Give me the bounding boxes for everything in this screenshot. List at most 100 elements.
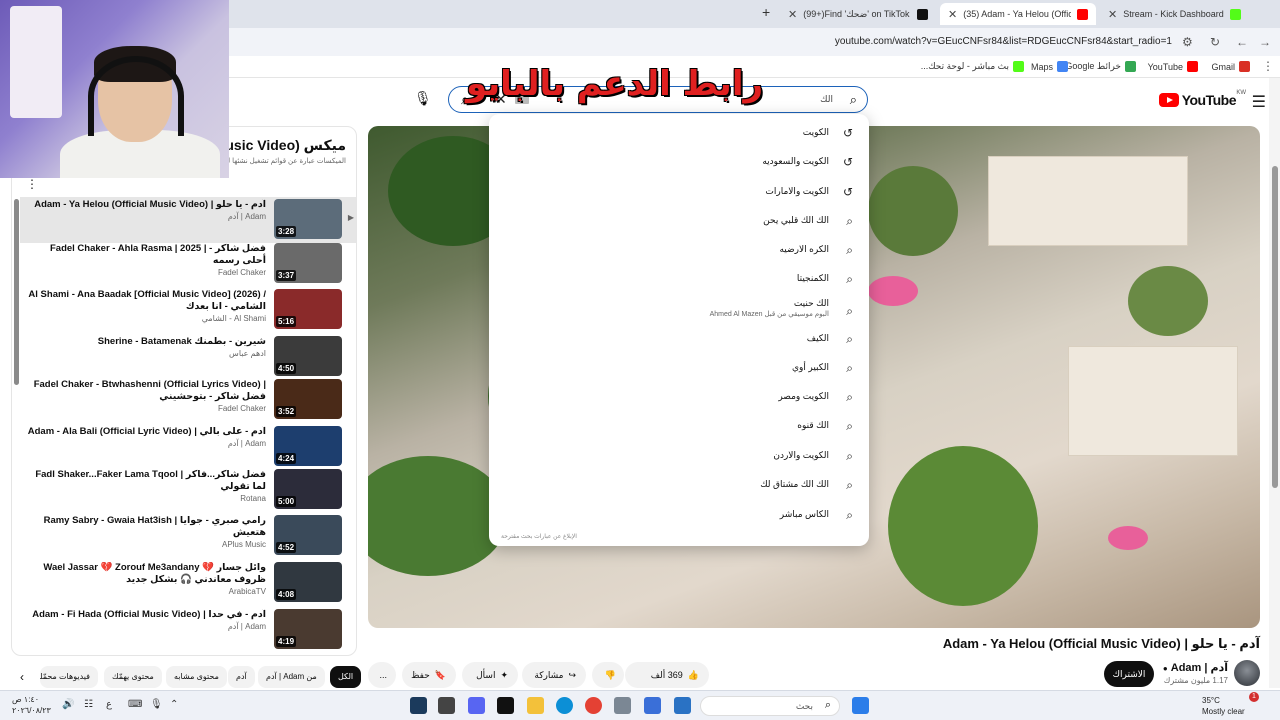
menu-icon[interactable]: ☰ xyxy=(1252,92,1266,112)
bookmark-youtube[interactable]: YouTube xyxy=(1148,61,1198,72)
capcut-icon[interactable] xyxy=(497,697,514,714)
back-icon[interactable]: → xyxy=(1259,35,1271,49)
app-icon[interactable] xyxy=(438,697,455,714)
forward-icon[interactable]: ← xyxy=(1236,35,1248,49)
tray-overflow-icon[interactable]: ⌃ xyxy=(170,699,178,710)
shield-icon[interactable] xyxy=(674,697,691,714)
taskbar: ١:٤٠ ص ٢٠٢٦/٠٨/٢٣ 🔊 ☷ ع ⌨ 🎙 ⌃ ⌕ بحث 35°C… xyxy=(0,690,1280,720)
speaker-icon[interactable]: 🔊 xyxy=(62,699,74,710)
playlist-more-icon[interactable]: ⋮ xyxy=(26,177,38,191)
save-button[interactable]: 🔖 حفظ xyxy=(402,662,456,688)
close-tab-icon[interactable]: ✕ xyxy=(948,8,957,21)
playlist-scrollbar[interactable] xyxy=(14,199,19,385)
playlist-item[interactable]: 4:24 Adam - Ala Bali (Official Lyric Vid… xyxy=(20,424,356,470)
chip-all[interactable]: الكل xyxy=(330,666,362,688)
microphone-icon[interactable]: 🎙 xyxy=(150,699,163,710)
suggestion-item[interactable]: ⌕ الكمنجيتا xyxy=(489,266,869,294)
settings-icon[interactable] xyxy=(614,697,631,714)
ask-button[interactable]: ✦ اسأل xyxy=(462,662,518,688)
edge-icon[interactable] xyxy=(556,697,573,714)
playlist-item[interactable]: 4:08 Wael Jassar 💔 Zorouf Me3andany 💔 وا… xyxy=(20,560,356,606)
taskbar-search[interactable]: ⌕ بحث xyxy=(700,696,840,716)
suggestion-item[interactable]: ⌕ الك الك مشتاق لك xyxy=(489,472,869,500)
search-input[interactable]: الك xyxy=(820,94,833,105)
dislike-button[interactable]: 👎 xyxy=(592,662,624,688)
tree-graphic xyxy=(868,166,958,256)
file-explorer-icon[interactable] xyxy=(527,697,544,714)
network-icon[interactable]: ☷ xyxy=(84,699,93,710)
language-indicator[interactable]: ع xyxy=(106,699,112,710)
notification-badge[interactable]: 1 xyxy=(1249,692,1259,702)
close-tab-icon[interactable]: ✕ xyxy=(788,8,797,21)
flowers-graphic xyxy=(1108,526,1148,550)
suggestion-item[interactable]: ⌕ الك الك قلبي يحن xyxy=(489,208,869,236)
subscribe-button[interactable]: الاشتراك xyxy=(1104,661,1154,687)
tab-kick-dashboard[interactable]: ✕ Stream - Kick Dashboard xyxy=(1100,3,1249,25)
like-button[interactable]: 👍 369 ألف xyxy=(625,662,709,688)
building-graphic xyxy=(988,156,1188,246)
suggestion-item[interactable]: ⌕ الكره الارضيه xyxy=(489,237,869,265)
channel-name[interactable]: آدم | Adam ● xyxy=(1163,661,1228,674)
bookmark-maps[interactable]: Maps xyxy=(1031,61,1068,72)
reload-icon[interactable]: ↻ xyxy=(1210,35,1220,49)
tab-youtube[interactable]: ✕ (35) Adam - Ya Helou (Official M xyxy=(940,3,1096,25)
playlist-item[interactable]: 5:16 Al Shami - Ana Baadak [Official Mus… xyxy=(20,287,356,333)
site-settings-icon[interactable]: ⚙ xyxy=(1182,35,1193,49)
playlist-item[interactable]: 3:37 Fadel Chaker - Ahla Rasma | 2025 | … xyxy=(20,241,356,287)
discord-icon[interactable] xyxy=(468,697,485,714)
suggestion-item[interactable]: ⌕ الكويت والاردن xyxy=(489,443,869,471)
suggestion-item[interactable]: ⌕ الكبير أوي xyxy=(489,355,869,383)
playlist-item-title: Al Shami - Ana Baadak [Official Music Vi… xyxy=(28,289,266,312)
channel-avatar[interactable] xyxy=(1234,660,1260,686)
suggestion-item[interactable]: ⌕ الكويت ومصر xyxy=(489,384,869,412)
chip-similar[interactable]: محتوى مشابه xyxy=(166,666,227,688)
weather-widget[interactable]: 35°C Mostly clear xyxy=(1202,695,1245,717)
bookmark-google-maps[interactable]: خرائط Google xyxy=(1065,61,1136,72)
chrome-icon[interactable] xyxy=(585,697,602,714)
clock[interactable]: ١:٤٠ ص ٢٠٢٦/٠٨/٢٣ xyxy=(12,694,51,716)
new-tab-button[interactable]: + xyxy=(762,4,770,20)
playlist-item[interactable]: 4:19 Adam - Fi Hada (Official Music Vide… xyxy=(20,607,356,653)
bookmarks-menu-icon[interactable]: ⋮ xyxy=(1262,59,1274,73)
playlist-item[interactable]: 3:52 Fadel Chaker - Btwhashenni (Officia… xyxy=(20,377,356,423)
suggestion-text: الكويت ومصر xyxy=(778,391,829,401)
chips-scroll-left-icon[interactable]: ‹ xyxy=(20,670,24,684)
suggestion-item[interactable]: ↺ الكويت xyxy=(489,120,869,148)
bookmark-gmail[interactable]: Gmail xyxy=(1211,61,1250,72)
suggestion-item[interactable]: ⌕ الكاس مباشر xyxy=(489,502,869,530)
suggestion-item[interactable]: ↺ الكويت والامارات xyxy=(489,179,869,207)
steam-icon[interactable] xyxy=(410,697,427,714)
history-icon: ↺ xyxy=(842,126,853,140)
windows-start-icon[interactable] xyxy=(852,697,869,714)
suggestion-item[interactable]: ⌕ الكيف xyxy=(489,326,869,354)
webcam-overlay xyxy=(0,0,229,178)
page-scrollbar[interactable] xyxy=(1269,78,1280,688)
chip-adam[interactable]: آدم xyxy=(228,666,255,688)
youtube-logo[interactable]: YouTube xyxy=(1158,92,1237,108)
suggestion-item[interactable]: ↺ الكويت والسعوديه xyxy=(489,149,869,177)
share-button[interactable]: ↪ مشاركة xyxy=(522,662,586,688)
verified-icon: ● xyxy=(1162,664,1168,673)
playlist-item[interactable]: ▶ 3:28 Adam - Ya Helou (Official Music V… xyxy=(20,197,356,243)
scrollbar-thumb[interactable] xyxy=(1272,166,1278,488)
playlist-item[interactable]: 4:50 Sherine - Batamenak شيرين - بطمنك اد… xyxy=(20,334,356,380)
report-suggestions-link[interactable]: الإبلاغ عن عبارات بحث مقترحة xyxy=(501,533,577,540)
playlist-item[interactable]: 5:00 Fadl Shaker...Faker Lama Tqool | فض… xyxy=(20,467,356,513)
chip-from-adam[interactable]: من Adam | آدم xyxy=(258,666,325,688)
suggestion-item[interactable]: ⌕ الك حنيت البوم موسيقي من قبل Ahmed Al Ma… xyxy=(489,294,869,326)
video-thumbnail: 5:16 xyxy=(274,289,342,329)
close-tab-icon[interactable]: ✕ xyxy=(1108,8,1117,21)
suggestion-item[interactable]: ⌕ الك قنوه xyxy=(489,413,869,441)
tab-tiktok[interactable]: ✕ (99+)Find 'ضحك' on TikTok | Tik xyxy=(780,3,936,25)
chip-uploaded[interactable]: فيديوهات محمّلة xyxy=(40,666,98,688)
keyboard-icon[interactable]: ⌨ xyxy=(128,699,142,710)
playlist-item[interactable]: 4:52 Ramy Sabry - Gwaia Hat3ish | رامي ص… xyxy=(20,513,356,559)
search-icon: ⌕ xyxy=(846,243,853,257)
bookmark-kick[interactable]: بث مباشر - لوحة تحك... xyxy=(921,61,1024,72)
chip-for-you[interactable]: محتوى يهمّك xyxy=(104,666,162,688)
app-icon[interactable] xyxy=(644,697,661,714)
microphone-icon[interactable]: 🎙 xyxy=(414,90,432,107)
more-actions-button[interactable]: ... xyxy=(368,662,396,688)
url-field[interactable]: youtube.com/watch?v=GEucCNFsr84&list=RDG… xyxy=(835,36,1172,47)
search-icon: ⌕ xyxy=(824,699,831,711)
